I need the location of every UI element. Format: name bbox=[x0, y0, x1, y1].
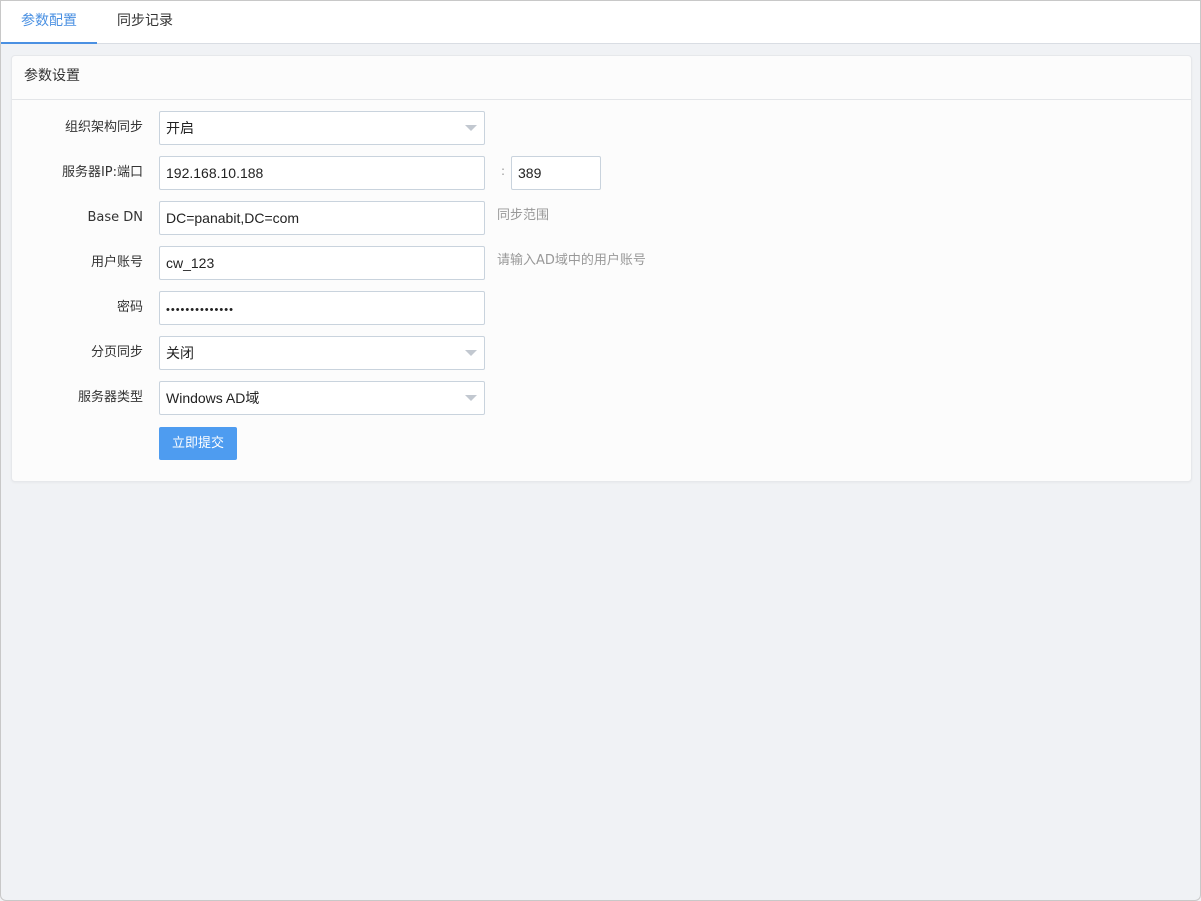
server-port-input[interactable]: 389 bbox=[511, 156, 601, 190]
port-separator: : bbox=[500, 164, 506, 178]
base-dn-hint: 同步范围 bbox=[497, 208, 550, 223]
server-port-value: 389 bbox=[518, 165, 542, 181]
paging-select[interactable]: 关闭 bbox=[159, 336, 485, 370]
tab-param-config[interactable]: 参数配置 bbox=[1, 1, 97, 44]
account-value: cw_123 bbox=[166, 255, 215, 271]
tab-bar: 参数配置 同步记录 bbox=[1, 1, 1200, 44]
org-sync-value: 开启 bbox=[166, 120, 194, 136]
server-type-value: Windows AD域 bbox=[166, 390, 260, 406]
chevron-down-icon bbox=[465, 350, 477, 356]
server-ip-value: 192.168.10.188 bbox=[166, 165, 264, 181]
base-dn-value: DC=panabit,DC=com bbox=[166, 210, 300, 226]
chevron-down-icon bbox=[465, 395, 477, 401]
chevron-down-icon bbox=[465, 125, 477, 131]
settings-panel: 参数设置 组织架构同步 开启 服务器IP:端口 192.168.10.188 :… bbox=[11, 55, 1192, 482]
panel-title: 参数设置 bbox=[12, 56, 1191, 100]
paging-label: 分页同步 bbox=[90, 345, 143, 360]
server-label: 服务器IP:端口 bbox=[61, 165, 143, 180]
account-label: 用户账号 bbox=[90, 255, 143, 270]
app-frame: 参数配置 同步记录 参数设置 组织架构同步 开启 服务器IP:端口 192.16… bbox=[0, 0, 1201, 901]
tab-sync-records[interactable]: 同步记录 bbox=[97, 1, 193, 44]
server-type-label: 服务器类型 bbox=[77, 390, 143, 405]
base-dn-label: Base DN bbox=[87, 210, 143, 225]
submit-button[interactable]: 立即提交 bbox=[159, 427, 237, 460]
password-value: •••••••••••••• bbox=[166, 304, 234, 316]
password-label: 密码 bbox=[116, 300, 143, 315]
server-type-select[interactable]: Windows AD域 bbox=[159, 381, 485, 415]
base-dn-input[interactable]: DC=panabit,DC=com bbox=[159, 201, 485, 235]
server-ip-input[interactable]: 192.168.10.188 bbox=[159, 156, 485, 190]
account-input[interactable]: cw_123 bbox=[159, 246, 485, 280]
org-sync-label: 组织架构同步 bbox=[64, 120, 143, 135]
paging-value: 关闭 bbox=[166, 345, 194, 361]
org-sync-select[interactable]: 开启 bbox=[159, 111, 485, 145]
password-input[interactable]: •••••••••••••• bbox=[159, 291, 485, 325]
account-hint: 请输入AD域中的用户账号 bbox=[497, 253, 646, 268]
